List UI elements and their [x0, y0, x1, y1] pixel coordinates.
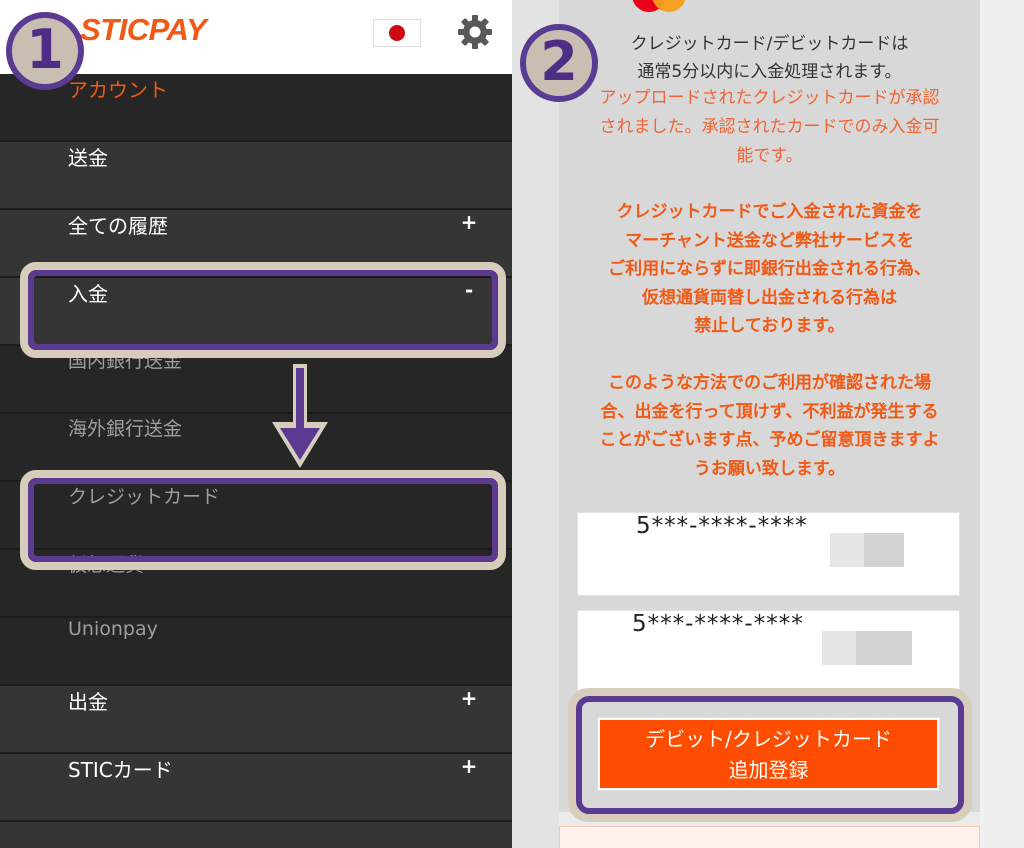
menu-label: 出金	[68, 690, 108, 714]
mastercard-logo-icon	[632, 0, 712, 12]
step-1-badge: 1	[6, 12, 84, 90]
warning-line: 仮想通貨両替し出金される行為は	[642, 287, 897, 308]
deposit-highlight-frame	[20, 262, 506, 358]
masked-card-number: 5***-****-****	[636, 513, 808, 539]
warning-line: うお願い致します。	[693, 458, 846, 479]
notice-line: クレジットカード/デビットカードは	[630, 34, 909, 54]
warning-line: クレジットカードでご入金された資金を	[616, 202, 923, 222]
notice-line: されました。承認されたカードでのみ入金可	[599, 117, 940, 137]
redacted-digits	[822, 631, 858, 665]
warning-line: マーチャント送金など弊社サービスを	[625, 230, 914, 251]
sticpay-logo[interactable]: STICPAY	[80, 12, 207, 48]
prohibited-actions-warning: クレジットカードでご入金された資金を マーチャント送金など弊社サービスを ご利用…	[559, 198, 980, 341]
menu-label: アカウント	[68, 78, 168, 102]
panel-margin	[512, 0, 559, 848]
menu-item-stic-card[interactable]: STICカード +	[0, 754, 512, 822]
warning-line: このような方法でのご利用が確認された場	[608, 373, 931, 393]
redacted-digits	[856, 631, 912, 665]
registered-card-item[interactable]: 5***-****-****	[577, 512, 960, 596]
gear-icon[interactable]	[455, 12, 495, 52]
menu-label: 全ての履歴	[68, 214, 168, 238]
credit-card-highlight-frame	[20, 470, 506, 570]
warning-line: ことがございます点、予めご留意頂きますよ	[599, 430, 940, 450]
notice-line: 通常5分以内に入金処理されます。	[637, 62, 902, 82]
menu-label: STICカード	[68, 758, 173, 782]
mobile-menu-panel: STICPAY アカウント 送金 全ての履歴 + 入金 - 国内銀行送金 海外銀…	[0, 0, 512, 848]
registered-card-item[interactable]: 5***-****-****	[577, 610, 960, 694]
warning-line: ご利用にならずに即銀行出金される行為、	[608, 259, 931, 279]
submenu-item-unionpay[interactable]: Unionpay	[0, 618, 512, 686]
info-box	[559, 826, 980, 848]
warning-line: 合、出金を行って頂けず、不利益が発生する	[600, 401, 939, 422]
menu-item-account[interactable]: アカウント	[0, 74, 512, 142]
add-card-highlight-frame	[568, 688, 972, 822]
step-2-badge: 2	[520, 24, 598, 102]
japan-flag-icon[interactable]	[373, 19, 421, 47]
redacted-digits	[864, 533, 904, 567]
notice-line: アップロードされたクレジットカードが承認	[599, 88, 940, 108]
expand-plus-icon[interactable]: +	[458, 210, 480, 234]
menu-label: 海外銀行送金	[68, 418, 183, 440]
menu-item-withdraw[interactable]: 出金 +	[0, 686, 512, 754]
card-approved-notice: アップロードされたクレジットカードが承認 されました。承認されたカードでのみ入金…	[559, 84, 980, 171]
menu-item-more[interactable]	[0, 822, 512, 848]
processing-time-notice: クレジットカード/デビットカードは 通常5分以内に入金処理されます。	[559, 30, 980, 86]
menu-label: Unionpay	[68, 618, 158, 640]
menu-label: 送金	[68, 146, 108, 170]
redacted-digits	[830, 533, 866, 567]
down-arrow-icon	[272, 364, 328, 468]
masked-card-number: 5***-****-****	[632, 611, 804, 637]
panel-margin	[980, 0, 1024, 848]
withdrawal-penalty-warning: このような方法でのご利用が確認された場 合、出金を行って頂けず、不利益が発生する…	[559, 369, 980, 483]
expand-plus-icon[interactable]: +	[458, 754, 480, 778]
menu-item-transfer[interactable]: 送金	[0, 142, 512, 210]
expand-plus-icon[interactable]: +	[458, 686, 480, 710]
warning-line: 禁止しております。	[694, 316, 845, 336]
notice-line: 能です。	[736, 146, 803, 166]
